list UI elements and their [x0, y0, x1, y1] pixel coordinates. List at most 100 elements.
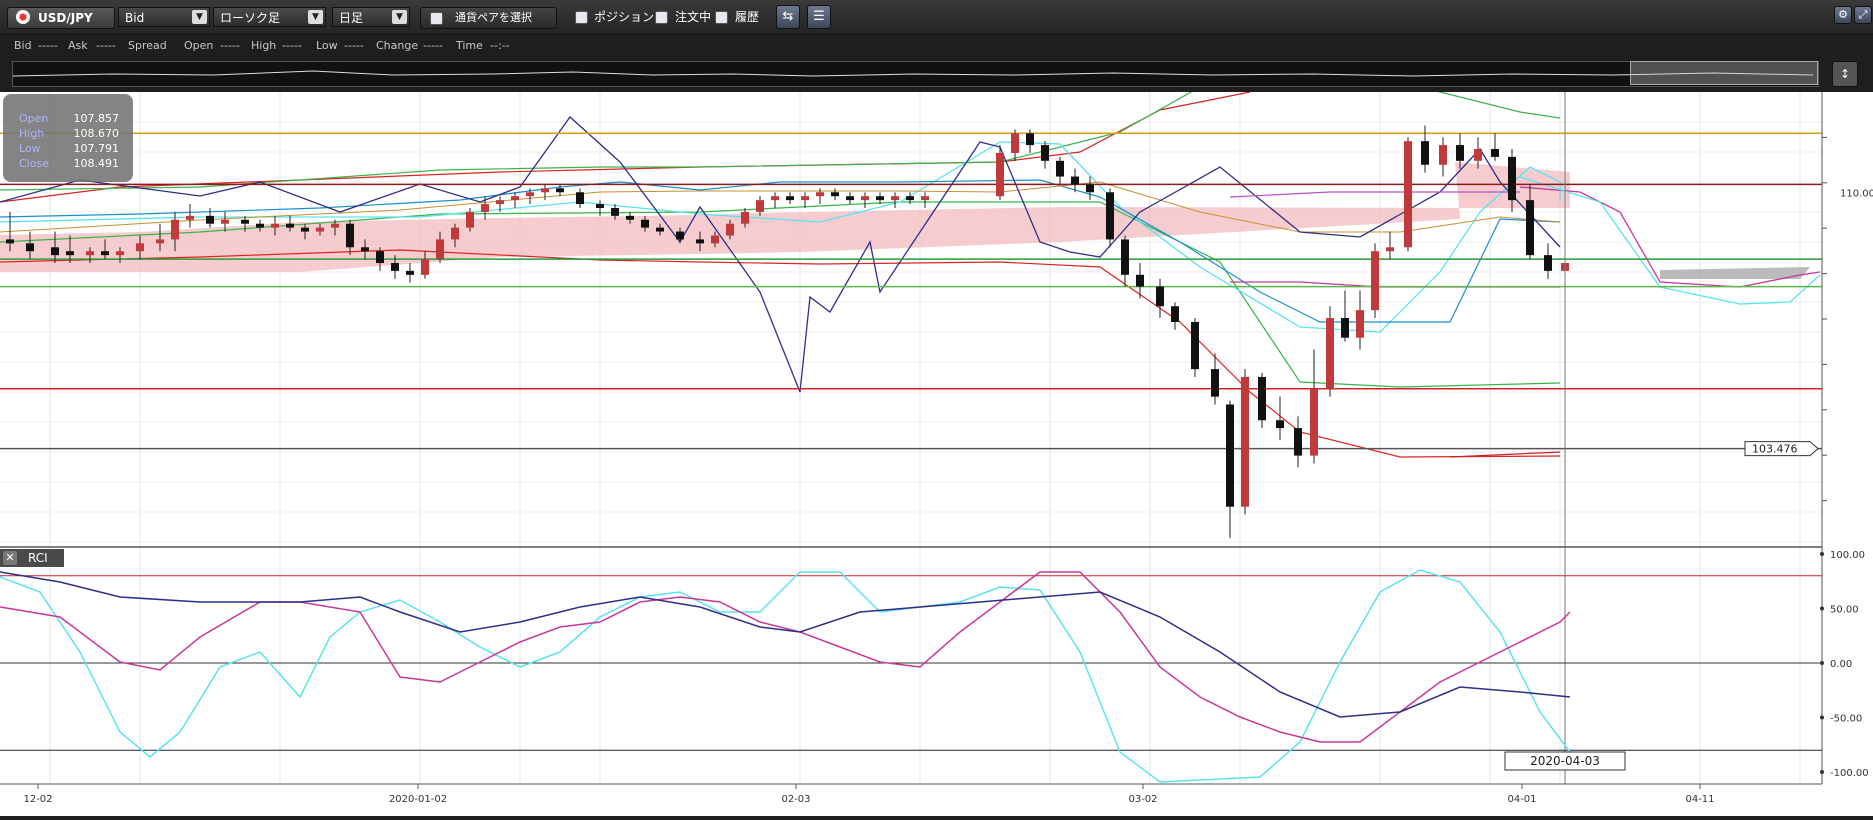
- candle-body: [921, 196, 929, 201]
- side-select[interactable]: Bid ▼: [118, 7, 210, 27]
- candle-body: [1456, 145, 1464, 161]
- candle-body: [436, 239, 444, 260]
- candle-body: [996, 152, 1004, 197]
- position-checkbox[interactable]: [575, 11, 588, 24]
- candle-body: [256, 223, 264, 228]
- candle-body: [596, 204, 604, 208]
- gear-icon[interactable]: ⚙: [1834, 6, 1852, 24]
- select-pair-button[interactable]: 通貨ペアを選択: [420, 7, 557, 29]
- indicator-lines: [0, 86, 1821, 458]
- chart-area[interactable]: 110.000 103.476 100.00 50.00 0.00 -50.00 -100.…: [0, 86, 1873, 816]
- chart-navigator[interactable]: [12, 61, 1819, 87]
- ohlc-low-label: Low: [19, 142, 41, 155]
- candle-body: [511, 196, 519, 201]
- time-label: Time: [456, 39, 483, 52]
- candle-body: [1226, 404, 1234, 507]
- candle-body: [481, 204, 489, 212]
- candle-body: [301, 227, 309, 232]
- candle-body: [361, 247, 369, 252]
- candle-body: [406, 270, 414, 275]
- price-marker-label: 103.476: [1752, 443, 1798, 456]
- orders-checkbox[interactable]: [655, 11, 668, 24]
- navigator-range-handle[interactable]: [1630, 61, 1818, 85]
- change-value: -----: [423, 39, 443, 52]
- candle-body: [1421, 141, 1429, 165]
- candle-body: [786, 196, 794, 201]
- candle-body: [1356, 310, 1364, 338]
- candle-body: [1121, 239, 1129, 275]
- candle-body: [1310, 388, 1318, 456]
- time-label: 04-01: [1507, 794, 1536, 805]
- period-select[interactable]: 日足 ▼: [332, 7, 410, 27]
- position-label: ポジション: [594, 10, 655, 24]
- sigma2-upper-line: [0, 86, 1561, 191]
- history-checkbox[interactable]: [715, 11, 728, 24]
- candle-body: [1474, 149, 1482, 161]
- select-pair-label: 通貨ペアを選択: [455, 11, 532, 24]
- candle-body: [206, 215, 214, 224]
- candle-body: [556, 188, 564, 193]
- candle-body: [1041, 145, 1049, 161]
- time-label: 2020-01-02: [389, 794, 447, 805]
- chevron-down-icon: ▼: [392, 10, 407, 24]
- ohlc-close-value: 108.491: [73, 157, 120, 170]
- rci-tick-label: 100.00: [1830, 550, 1865, 561]
- expand-icon[interactable]: ⤢: [1854, 6, 1872, 24]
- candle-body: [1508, 156, 1516, 201]
- candle-body: [526, 192, 534, 197]
- candle-body: [186, 215, 194, 220]
- chart-type-select[interactable]: ローソク足 ▼: [213, 7, 326, 27]
- open-value: -----: [220, 39, 240, 52]
- zoom-icon[interactable]: ↕: [1832, 61, 1858, 87]
- high-label: High: [251, 39, 277, 52]
- candle-body: [1341, 318, 1349, 338]
- rci-tick-label: 50.00: [1830, 605, 1859, 616]
- candle-body: [331, 223, 339, 228]
- rci-mid-line: [0, 571, 1571, 743]
- price-label-110: 110.000: [1840, 188, 1873, 199]
- rci-tick-dot: [1820, 715, 1824, 720]
- select-pair-checkbox[interactable]: [430, 12, 443, 25]
- chart-type-value: ローソク足: [220, 11, 281, 25]
- candle-body: [1071, 176, 1079, 185]
- period-value: 日足: [339, 11, 364, 25]
- rci-tick-dot: [1820, 770, 1824, 774]
- rci-tick-label: -50.00: [1830, 714, 1862, 725]
- ask-label: Ask: [68, 39, 88, 52]
- ask-value: -----: [96, 39, 116, 52]
- indicator-list-icon[interactable]: ☰: [807, 5, 831, 29]
- rci-panel: [0, 546, 1822, 783]
- chart-tool-icon[interactable]: ⇆: [776, 5, 800, 29]
- candle-body: [696, 239, 704, 244]
- candle-body: [876, 196, 884, 201]
- rci-title: RCI: [28, 551, 48, 565]
- candle-body: [711, 235, 719, 244]
- rci-tick-dot: [1820, 552, 1824, 556]
- candle-body: [831, 192, 839, 197]
- close-icon[interactable]: ✕: [3, 551, 17, 565]
- candle-body: [1326, 318, 1334, 389]
- candle-body: [346, 223, 354, 248]
- time-label: 02-03: [781, 794, 810, 805]
- currency-pair-button[interactable]: USD/JPY: [7, 7, 115, 29]
- candle-body: [1086, 184, 1094, 193]
- candle-body: [116, 251, 124, 256]
- candle-body: [286, 223, 294, 228]
- candle-body: [51, 247, 59, 256]
- candle-body: [676, 231, 684, 240]
- candle-body: [1294, 428, 1302, 456]
- candle-body: [1026, 133, 1034, 146]
- rci-tick-label: -100.00: [1830, 768, 1869, 779]
- candle-body: [611, 207, 619, 216]
- candle-body: [816, 192, 824, 197]
- time-label: 03-02: [1128, 794, 1157, 805]
- open-label: Open: [184, 39, 214, 52]
- side-value: Bid: [125, 11, 145, 25]
- pair-label: USD/JPY: [38, 11, 93, 25]
- candle-body: [66, 251, 74, 256]
- candle-body: [316, 227, 324, 232]
- bid-label: Bid: [14, 39, 32, 52]
- cursor-date-label: 2020-04-03: [1530, 754, 1600, 768]
- candle-body: [86, 251, 94, 256]
- candle-body: [641, 219, 649, 228]
